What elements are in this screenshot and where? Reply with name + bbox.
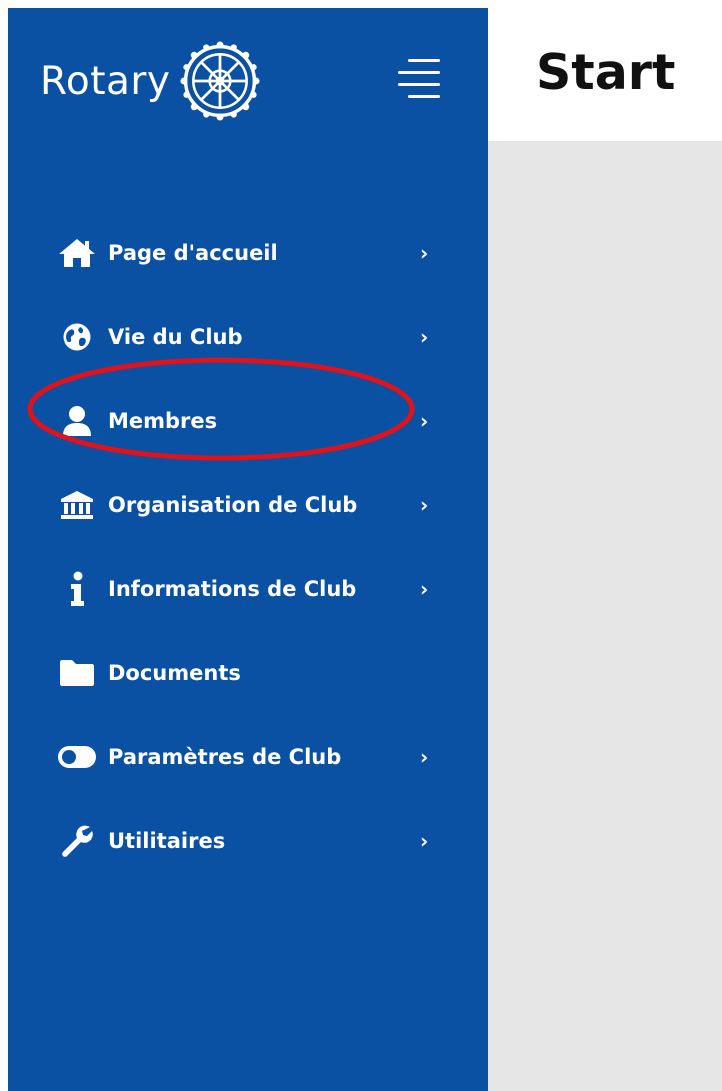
app-window: Rotary Page d'accueil › Vie du Club › Me… xyxy=(0,0,722,1091)
sidebar-item-utilitaires[interactable]: Utilitaires › xyxy=(8,811,488,871)
chevron-right-icon: › xyxy=(420,577,429,601)
chevron-right-icon: › xyxy=(420,829,429,853)
chevron-right-icon: › xyxy=(420,493,429,517)
hamburger-menu-icon[interactable] xyxy=(390,55,442,101)
chevron-right-icon: › xyxy=(420,745,429,769)
page-header: Start xyxy=(488,8,722,141)
sidebar-item-membres[interactable]: Membres › xyxy=(8,391,488,451)
folder-icon xyxy=(57,653,97,693)
sidebar-item-page-accueil[interactable]: Page d'accueil › xyxy=(8,223,488,283)
bank-icon xyxy=(57,485,97,525)
chevron-right-icon: › xyxy=(420,409,429,433)
info-icon xyxy=(57,569,97,609)
user-icon xyxy=(57,401,97,441)
home-icon xyxy=(57,233,97,273)
sidebar-item-label: Vie du Club xyxy=(108,324,243,349)
sidebar-item-label: Membres xyxy=(108,408,218,433)
sidebar-item-parametres-de-club[interactable]: Paramètres de Club › xyxy=(8,727,488,787)
sidebar-item-vie-du-club[interactable]: Vie du Club › xyxy=(8,307,488,367)
chevron-right-icon: › xyxy=(420,325,429,349)
main-content xyxy=(488,141,722,1091)
chevron-right-icon: › xyxy=(420,241,429,265)
sidebar-item-label: Informations de Club xyxy=(108,576,357,601)
sidebar-item-organisation-de-club[interactable]: Organisation de Club › xyxy=(8,475,488,535)
sidebar-item-label: Utilitaires xyxy=(108,828,226,853)
sidebar-item-label: Paramètres de Club xyxy=(108,744,342,769)
page-title: Start xyxy=(536,44,676,101)
rotary-wheel-icon xyxy=(179,41,260,121)
sidebar-item-label: Organisation de Club xyxy=(108,492,358,517)
sidebar-item-label: Documents xyxy=(108,660,241,685)
sidebar-item-informations-de-club[interactable]: Informations de Club › xyxy=(8,559,488,619)
sidebar: Rotary Page d'accueil › Vie du Club › Me… xyxy=(8,8,488,1091)
globe-icon xyxy=(57,317,97,357)
brand-logo[interactable]: Rotary xyxy=(40,38,263,124)
sidebar-item-label: Page d'accueil xyxy=(108,240,278,265)
toggle-icon xyxy=(57,737,97,777)
sidebar-item-documents[interactable]: Documents xyxy=(8,643,488,703)
brand-name: Rotary xyxy=(40,58,171,104)
wrench-icon xyxy=(57,821,97,861)
